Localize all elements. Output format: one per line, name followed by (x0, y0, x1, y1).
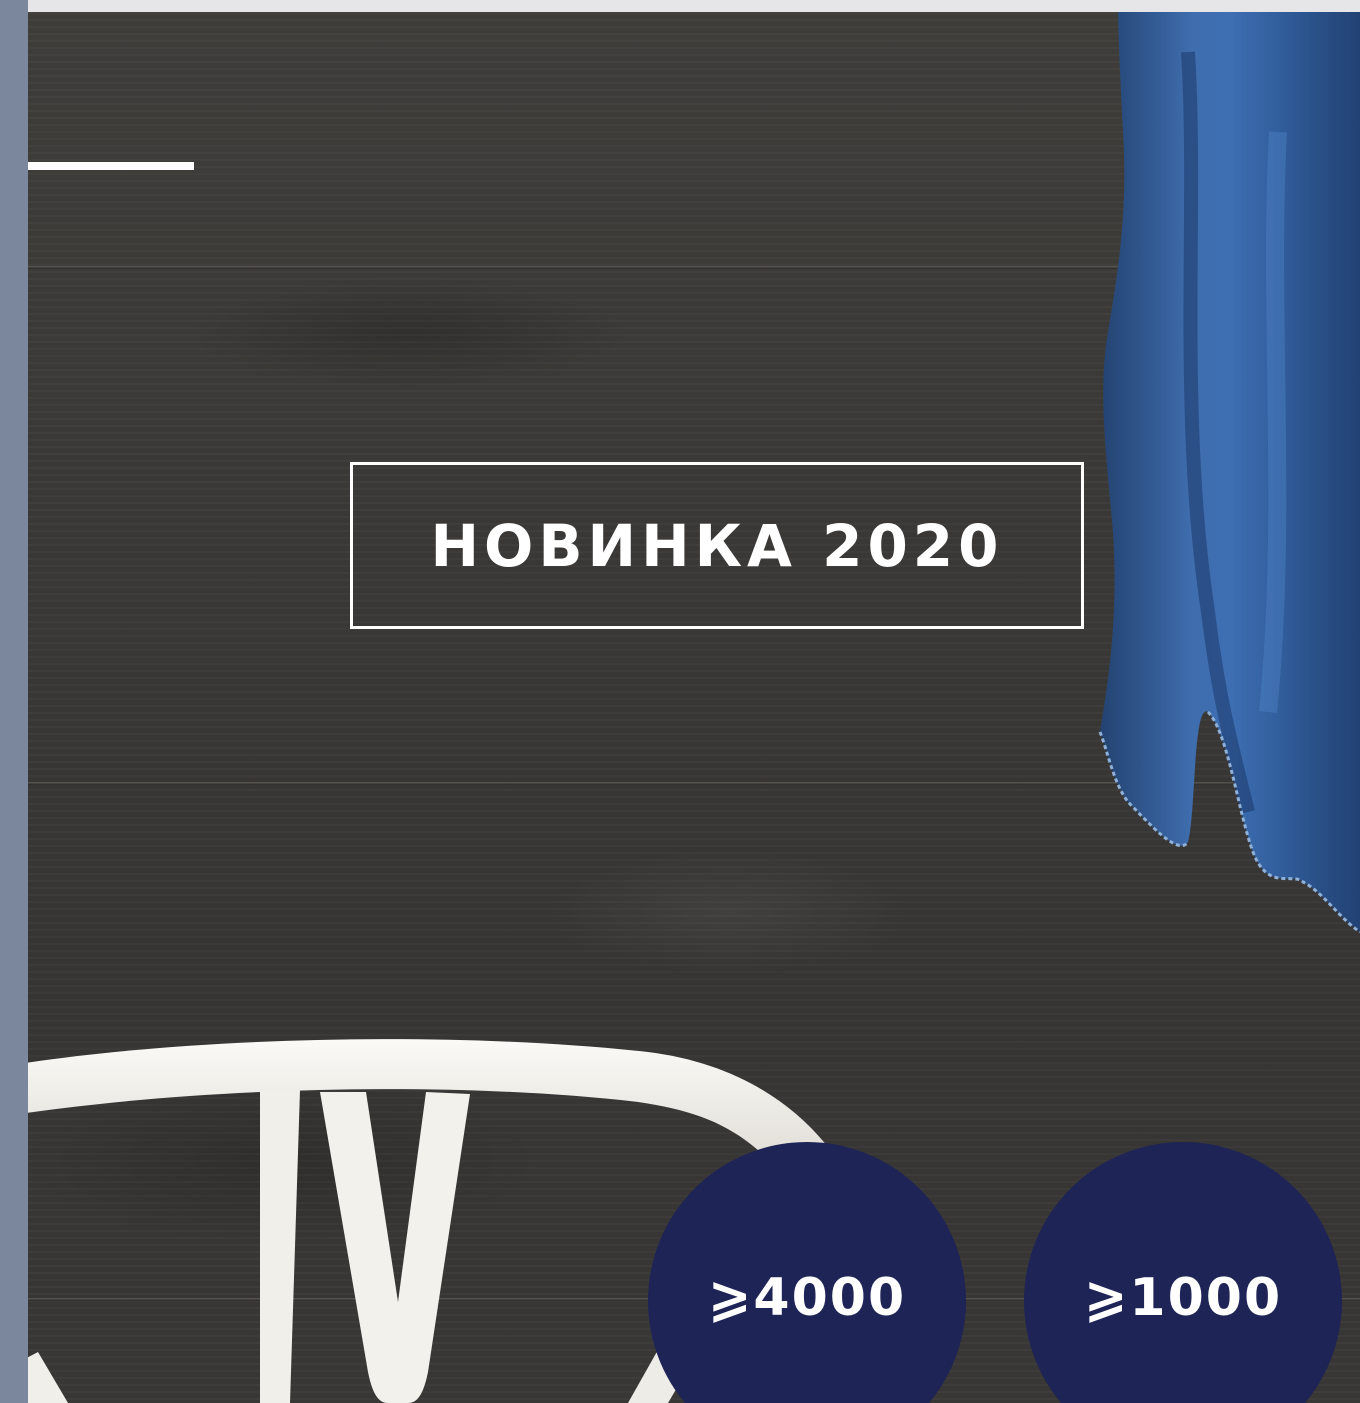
promo-page: НОВИНКА 2020 ⩾4000 ⩾1000 (0, 0, 1360, 1403)
accent-bar (28, 162, 194, 170)
top-strip (0, 0, 1360, 12)
badge-label: НОВИНКА 2020 (430, 511, 1004, 580)
stat-label: ⩾1000 (1083, 1268, 1283, 1328)
side-strip (0, 0, 28, 1403)
new-2020-badge: НОВИНКА 2020 (350, 462, 1084, 629)
stat-label: ⩾4000 (707, 1268, 907, 1328)
